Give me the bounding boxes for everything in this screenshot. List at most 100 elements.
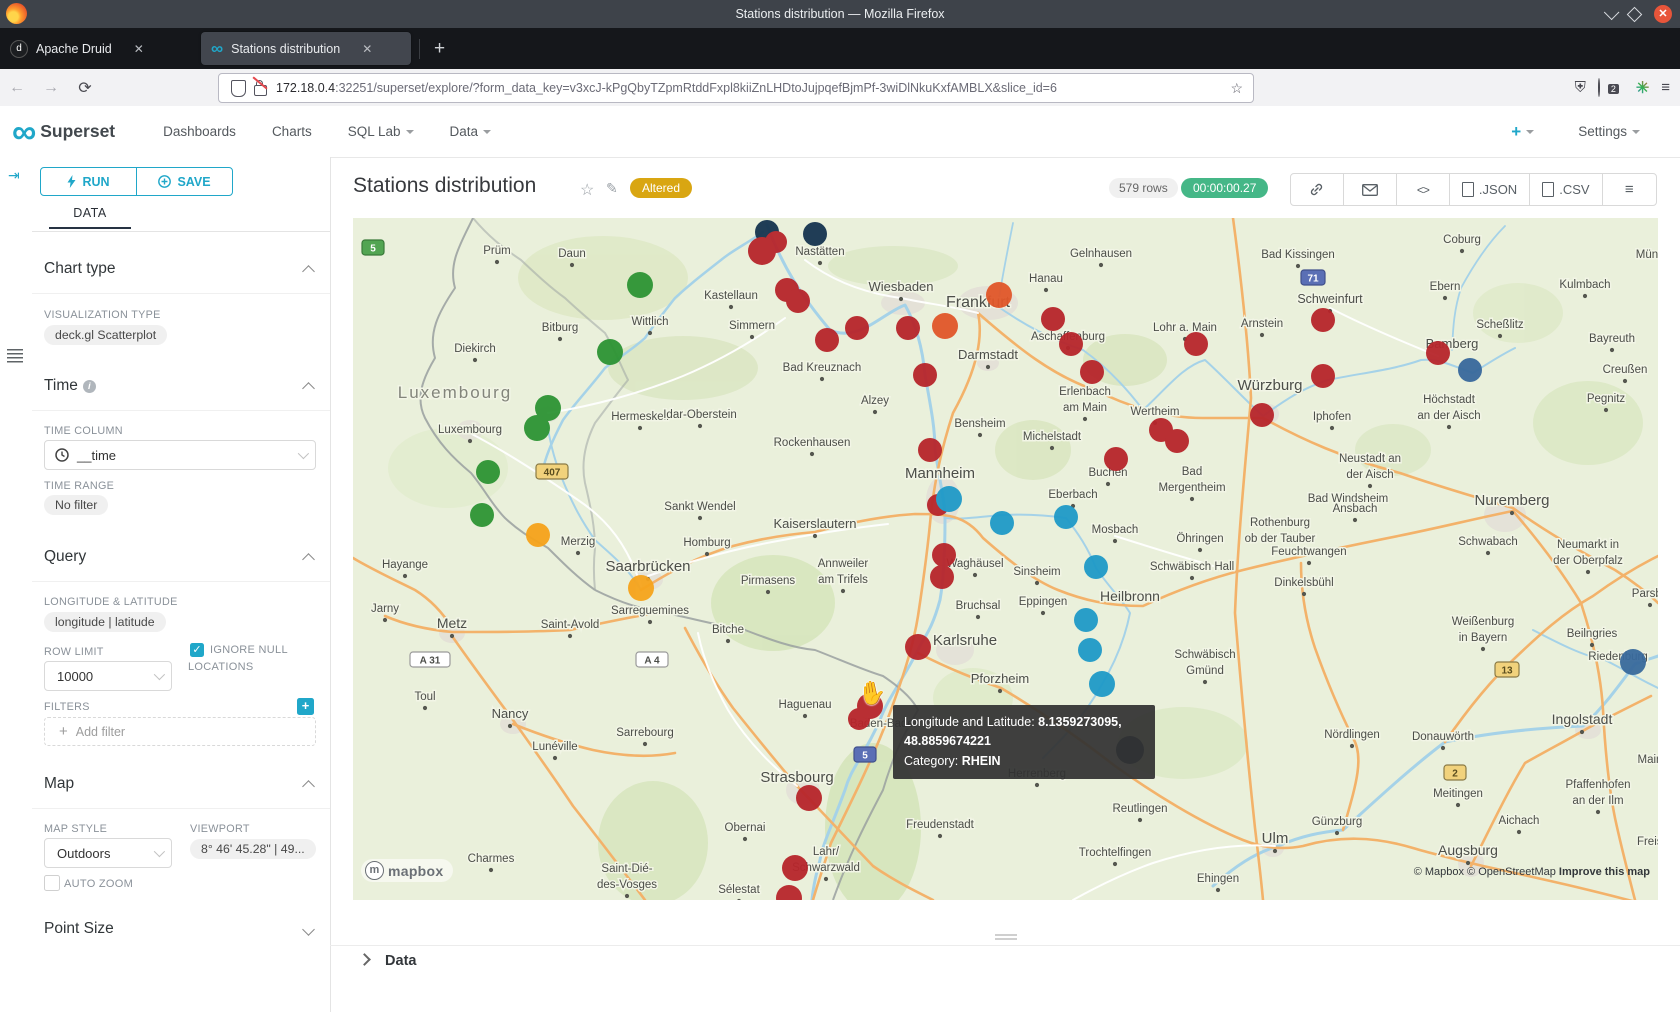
- chevron-up-icon[interactable]: [302, 553, 315, 566]
- reload-icon[interactable]: ⟳: [68, 78, 102, 98]
- edit-pencil-icon[interactable]: ✎: [606, 180, 618, 197]
- scatter-point[interactable]: [896, 316, 920, 340]
- export-json-button[interactable]: .JSON: [1450, 174, 1530, 205]
- scatter-point[interactable]: [796, 785, 822, 811]
- section-time[interactable]: Timei: [44, 377, 96, 395]
- scatter-point[interactable]: [990, 511, 1014, 535]
- extension-asterisk-icon[interactable]: ✳: [1636, 78, 1649, 98]
- close-tab-icon[interactable]: ✕: [362, 42, 372, 56]
- section-chart-type[interactable]: Chart type: [44, 260, 116, 278]
- forward-icon[interactable]: →: [34, 79, 68, 97]
- scatter-point[interactable]: [1078, 638, 1102, 662]
- share-link-button[interactable]: [1291, 174, 1344, 205]
- brand-name[interactable]: Superset: [40, 121, 115, 142]
- favorite-star-icon[interactable]: ☆: [580, 180, 594, 200]
- viz-type-value[interactable]: deck.gl Scatterplot: [44, 325, 167, 345]
- pocket-icon[interactable]: ⛨: [1575, 79, 1586, 96]
- back-icon[interactable]: ←: [0, 79, 34, 97]
- menu-hamburger-icon[interactable]: ≡: [1661, 79, 1670, 96]
- scatter-point[interactable]: [782, 855, 808, 881]
- scatter-point[interactable]: [1458, 358, 1482, 382]
- nav-sql-lab[interactable]: SQL Lab: [348, 124, 414, 139]
- section-query[interactable]: Query: [44, 548, 86, 566]
- scatter-point[interactable]: [1311, 308, 1335, 332]
- data-section-toggle[interactable]: Data: [360, 953, 416, 969]
- tracking-shield-icon[interactable]: [231, 80, 246, 97]
- chevron-down-icon[interactable]: [302, 923, 315, 936]
- lonlat-value[interactable]: longitude | latitude: [44, 612, 166, 632]
- url-bar[interactable]: 172.18.0.4:32251/superset/explore/?form_…: [218, 73, 1254, 103]
- chevron-up-icon[interactable]: [302, 382, 315, 395]
- altered-badge[interactable]: Altered: [630, 178, 692, 198]
- section-point-size[interactable]: Point Size: [44, 920, 114, 938]
- scatter-point[interactable]: [932, 313, 958, 339]
- nav-data[interactable]: Data: [450, 124, 492, 139]
- time-range-value[interactable]: No filter: [44, 495, 108, 515]
- nav-settings[interactable]: Settings: [1578, 124, 1640, 139]
- scatter-point[interactable]: [1104, 447, 1128, 471]
- scatter-point[interactable]: [1059, 332, 1083, 356]
- tab-apache-druid[interactable]: d Apache Druid ✕: [0, 32, 195, 65]
- new-tab-button[interactable]: +: [434, 38, 445, 60]
- add-new-button[interactable]: +: [1511, 122, 1534, 142]
- resize-grip-icon[interactable]: [995, 934, 1017, 936]
- chevron-up-icon[interactable]: [302, 265, 315, 278]
- email-button[interactable]: [1344, 174, 1397, 205]
- save-button[interactable]: SAVE: [137, 168, 232, 195]
- mapbox-logo[interactable]: m mapbox: [361, 859, 453, 882]
- scatter-point[interactable]: [1184, 332, 1208, 356]
- deckgl-scatterplot-map[interactable]: PrümDaunNastättenKastellaunSimmernWiesba…: [353, 218, 1658, 900]
- scatter-point[interactable]: [930, 565, 954, 589]
- more-options-button[interactable]: ≡: [1603, 174, 1656, 205]
- scatter-point[interactable]: [803, 222, 827, 246]
- bookmark-star-icon[interactable]: ☆: [1230, 80, 1243, 97]
- scatter-point[interactable]: [786, 289, 810, 313]
- row-limit-select[interactable]: 10000: [44, 661, 172, 691]
- map-style-select[interactable]: Outdoors: [44, 838, 172, 868]
- scatter-point[interactable]: [1426, 341, 1450, 365]
- scatter-point[interactable]: [748, 237, 776, 265]
- scatter-point[interactable]: [905, 634, 931, 660]
- close-tab-icon[interactable]: ✕: [134, 42, 144, 56]
- chevron-up-icon[interactable]: [302, 780, 315, 793]
- scatter-point[interactable]: [1311, 364, 1335, 388]
- tab-data[interactable]: DATA: [49, 206, 131, 220]
- improve-map-link[interactable]: Improve this map: [1559, 866, 1650, 878]
- scatter-point[interactable]: [1041, 307, 1065, 331]
- auto-zoom-checkbox[interactable]: [44, 875, 60, 891]
- scatter-point[interactable]: [597, 339, 623, 365]
- ignore-null-checkbox[interactable]: ✓: [190, 643, 204, 657]
- scatter-point[interactable]: [1620, 649, 1646, 675]
- minimize-icon[interactable]: [1604, 4, 1620, 20]
- scatter-point[interactable]: [470, 503, 494, 527]
- viewport-value[interactable]: 8° 46' 45.28" | 49...: [190, 839, 316, 859]
- scatter-point[interactable]: [913, 363, 937, 387]
- scatter-point[interactable]: [845, 316, 869, 340]
- section-map[interactable]: Map: [44, 775, 74, 793]
- close-window-icon[interactable]: ✕: [1654, 5, 1672, 23]
- scatter-point[interactable]: [815, 328, 839, 352]
- scatter-point[interactable]: [1054, 505, 1078, 529]
- expand-datasource-icon[interactable]: ⇥: [8, 167, 20, 184]
- export-csv-button[interactable]: .CSV: [1530, 174, 1602, 205]
- scatter-point[interactable]: [1084, 555, 1108, 579]
- scatter-point[interactable]: [627, 272, 653, 298]
- dataset-grid-icon[interactable]: [7, 349, 23, 363]
- scatter-point[interactable]: [1080, 360, 1104, 384]
- nav-dashboards[interactable]: Dashboards: [163, 124, 236, 139]
- superset-logo-icon[interactable]: ∞: [12, 112, 34, 152]
- scatter-point[interactable]: [1074, 608, 1098, 632]
- scatter-point[interactable]: [1089, 671, 1115, 697]
- scatter-point[interactable]: [628, 575, 654, 601]
- run-button[interactable]: RUN: [41, 168, 137, 195]
- maximize-icon[interactable]: [1627, 6, 1643, 22]
- scatter-point[interactable]: [932, 543, 956, 567]
- scatter-point[interactable]: [476, 460, 500, 484]
- time-column-select[interactable]: __time: [44, 440, 316, 470]
- embed-code-button[interactable]: <>: [1397, 174, 1450, 205]
- scatter-point[interactable]: [526, 523, 550, 547]
- insecure-lock-icon[interactable]: [254, 85, 267, 96]
- nav-charts[interactable]: Charts: [272, 124, 312, 139]
- mask-extension-icon[interactable]: [1598, 78, 1600, 97]
- scatter-point[interactable]: [918, 438, 942, 462]
